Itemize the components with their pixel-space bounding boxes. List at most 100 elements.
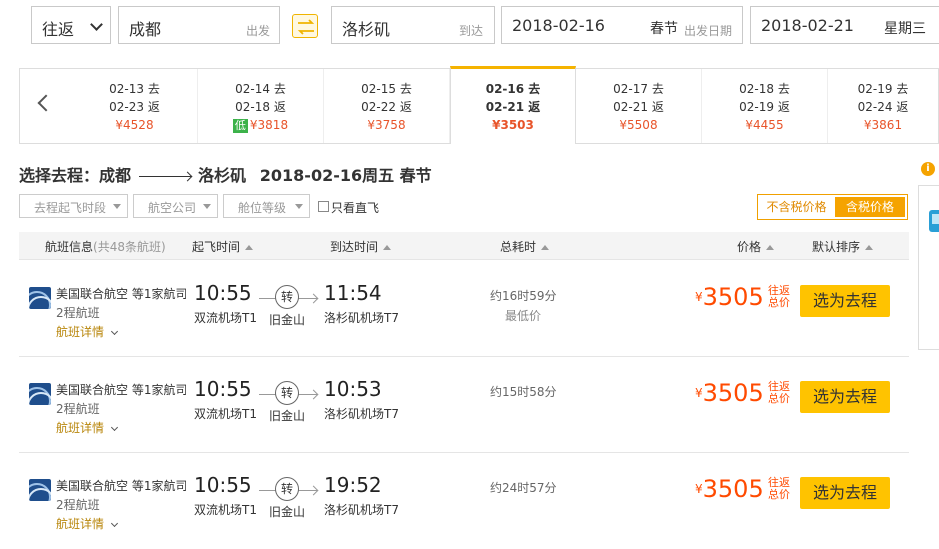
price-value: 3505 xyxy=(702,475,764,503)
select-outbound-button[interactable]: 选为去程 xyxy=(800,477,890,509)
date-go: 02-14 去 xyxy=(235,82,286,96)
depart-time: 10:55 xyxy=(194,473,252,497)
date-option[interactable]: 02-19 去 02-24 返 ¥3861 xyxy=(828,69,938,143)
direct-only-checkbox[interactable] xyxy=(318,201,329,212)
airline-filter[interactable]: 航空公司 xyxy=(133,194,218,218)
lowest-price-tag: 最低价 xyxy=(505,309,542,323)
return-date-input[interactable]: 2018-02-21 星期三 xyxy=(750,6,939,44)
swap-cities-button[interactable] xyxy=(292,14,318,38)
chevron-left-icon[interactable] xyxy=(37,94,55,112)
info-icon[interactable]: i xyxy=(921,162,935,176)
flight-count: (共48条航班) xyxy=(93,240,166,254)
depart-slot-filter[interactable]: 去程起飞时段 xyxy=(19,194,128,218)
transfer-badge[interactable]: 转 xyxy=(275,477,299,501)
sort-depart-time[interactable]: 起飞时间 xyxy=(192,238,254,255)
date-go: 02-17 去 xyxy=(613,82,664,96)
direct-only-label[interactable]: 只看直飞 xyxy=(331,199,379,216)
tax-toggle: 不含税价格 含税价格 xyxy=(757,194,908,220)
chevron-down-icon xyxy=(110,327,119,336)
airline-name: 美国联合航空 等1家航司 xyxy=(56,287,186,301)
date-option[interactable]: 02-15 去 02-22 返 ¥3758 xyxy=(324,69,450,143)
transfer-badge[interactable]: 转 xyxy=(275,285,299,309)
date-return: 02-23 返 xyxy=(109,100,160,114)
date-price: ¥3758 xyxy=(367,118,406,132)
select-outbound-button[interactable]: 选为去程 xyxy=(800,381,890,413)
arrive-airport: 洛杉矶机场T7 xyxy=(324,503,399,517)
arrive-airport: 洛杉矶机场T7 xyxy=(324,407,399,421)
return-weekday: 星期三 xyxy=(884,21,926,37)
table-header: 航班信息(共48条航班) 起飞时间 到达时间 总耗时 价格 默认排序 xyxy=(19,232,909,260)
sort-price[interactable]: 价格 xyxy=(737,238,775,255)
flight-detail-label: 航班详情 xyxy=(56,517,105,531)
round-trip-note: 往返总价 xyxy=(768,380,790,405)
chevron-down-icon xyxy=(110,519,119,528)
depart-date-input[interactable]: 2018-02-16 春节 出发日期 xyxy=(501,6,743,44)
low-price-badge: 低 xyxy=(232,119,248,133)
sort-up-icon xyxy=(865,245,874,250)
from-city-value: 成都 xyxy=(129,20,162,39)
airline-logo xyxy=(29,383,51,405)
flight-segments: 2程航班 xyxy=(56,306,100,320)
depart-slot-label: 去程起飞时段 xyxy=(34,201,107,215)
date-option[interactable]: 02-17 去 02-21 返 ¥5508 xyxy=(576,69,702,143)
promo-graphic-icon xyxy=(929,210,939,232)
flight-price: ¥3505 xyxy=(695,475,764,503)
sort-default[interactable]: 默认排序 xyxy=(812,238,874,255)
sort-up-icon xyxy=(245,245,254,250)
chevron-down-icon xyxy=(90,18,103,31)
to-city-value: 洛杉矶 xyxy=(342,20,391,39)
cabin-filter[interactable]: 舱位等级 xyxy=(223,194,310,218)
flight-detail-link[interactable]: 航班详情 xyxy=(56,515,119,532)
depart-festival: 春节 xyxy=(650,21,678,37)
flight-detail-link[interactable]: 航班详情 xyxy=(56,323,119,340)
sort-up-icon xyxy=(541,245,550,250)
date-return: 02-24 返 xyxy=(857,100,909,114)
sort-depart-label: 起飞时间 xyxy=(192,240,241,254)
price-value: 3505 xyxy=(702,283,764,311)
sort-price-label: 价格 xyxy=(737,240,762,254)
from-hint: 出发 xyxy=(246,24,271,38)
caret-down-icon xyxy=(295,204,303,209)
flight-segments: 2程航班 xyxy=(56,498,100,512)
to-city-input[interactable]: 洛杉矶 到达 xyxy=(331,6,495,44)
date-return: 02-19 返 xyxy=(739,100,790,114)
swap-icon xyxy=(297,19,315,35)
date-option[interactable]: 02-13 去 02-23 返 ¥4528 xyxy=(72,69,198,143)
sort-arrive-time[interactable]: 到达时间 xyxy=(330,238,392,255)
date-option[interactable]: 02-14 去 02-18 返 低 ¥3818 xyxy=(198,69,324,143)
depart-time: 10:55 xyxy=(194,377,252,401)
date-price-strip: 02-13 去 02-23 返 ¥4528 02-14 去 02-18 返 低 ¥… xyxy=(19,66,939,144)
date-price: ¥4455 xyxy=(745,118,784,132)
flight-detail-label: 航班详情 xyxy=(56,421,105,435)
heading-prefix: 选择去程：成都 xyxy=(19,166,132,185)
page-title: 选择去程：成都 洛杉矶 2018-02-16周五 春节 xyxy=(19,162,432,186)
select-outbound-button[interactable]: 选为去程 xyxy=(800,285,890,317)
cabin-filter-label: 舱位等级 xyxy=(238,201,287,215)
date-go: 02-19 去 xyxy=(857,82,909,96)
from-city-input[interactable]: 成都 出发 xyxy=(118,6,280,44)
tax-excluded-option[interactable]: 不含税价格 xyxy=(758,195,835,219)
sort-up-icon xyxy=(383,245,392,250)
chevron-down-icon xyxy=(110,423,119,432)
transfer-city: 旧金山 xyxy=(269,409,306,423)
date-option[interactable]: 02-18 去 02-19 返 ¥4455 xyxy=(702,69,828,143)
flight-row: 美国联合航空 等1家航司 2程航班 航班详情 10:55 双流机场T1 转 旧金… xyxy=(19,357,909,453)
date-price: ¥3503 xyxy=(492,118,534,132)
flight-detail-link[interactable]: 航班详情 xyxy=(56,419,119,436)
sort-duration-label: 总耗时 xyxy=(500,240,537,254)
arrow-right-icon xyxy=(138,176,191,177)
date-option-selected[interactable]: 02-16 去 02-21 返 ¥3503 xyxy=(450,66,576,144)
caret-down-icon xyxy=(113,204,121,209)
arrive-airport: 洛杉矶机场T7 xyxy=(324,311,399,325)
currency-symbol: ¥ xyxy=(695,482,703,496)
trip-type-select[interactable]: 往返 xyxy=(31,6,111,44)
transfer-badge[interactable]: 转 xyxy=(275,381,299,405)
flight-segments: 2程航班 xyxy=(56,402,100,416)
tax-included-option[interactable]: 含税价格 xyxy=(835,197,905,217)
airline-filter-label: 航空公司 xyxy=(148,201,197,215)
depart-airport: 双流机场T1 xyxy=(194,407,257,421)
heading-date: 2018-02-16周五 春节 xyxy=(259,166,432,185)
to-hint: 到达 xyxy=(459,24,484,38)
sort-duration[interactable]: 总耗时 xyxy=(500,238,550,255)
airline-name: 美国联合航空 等1家航司 xyxy=(56,479,186,493)
